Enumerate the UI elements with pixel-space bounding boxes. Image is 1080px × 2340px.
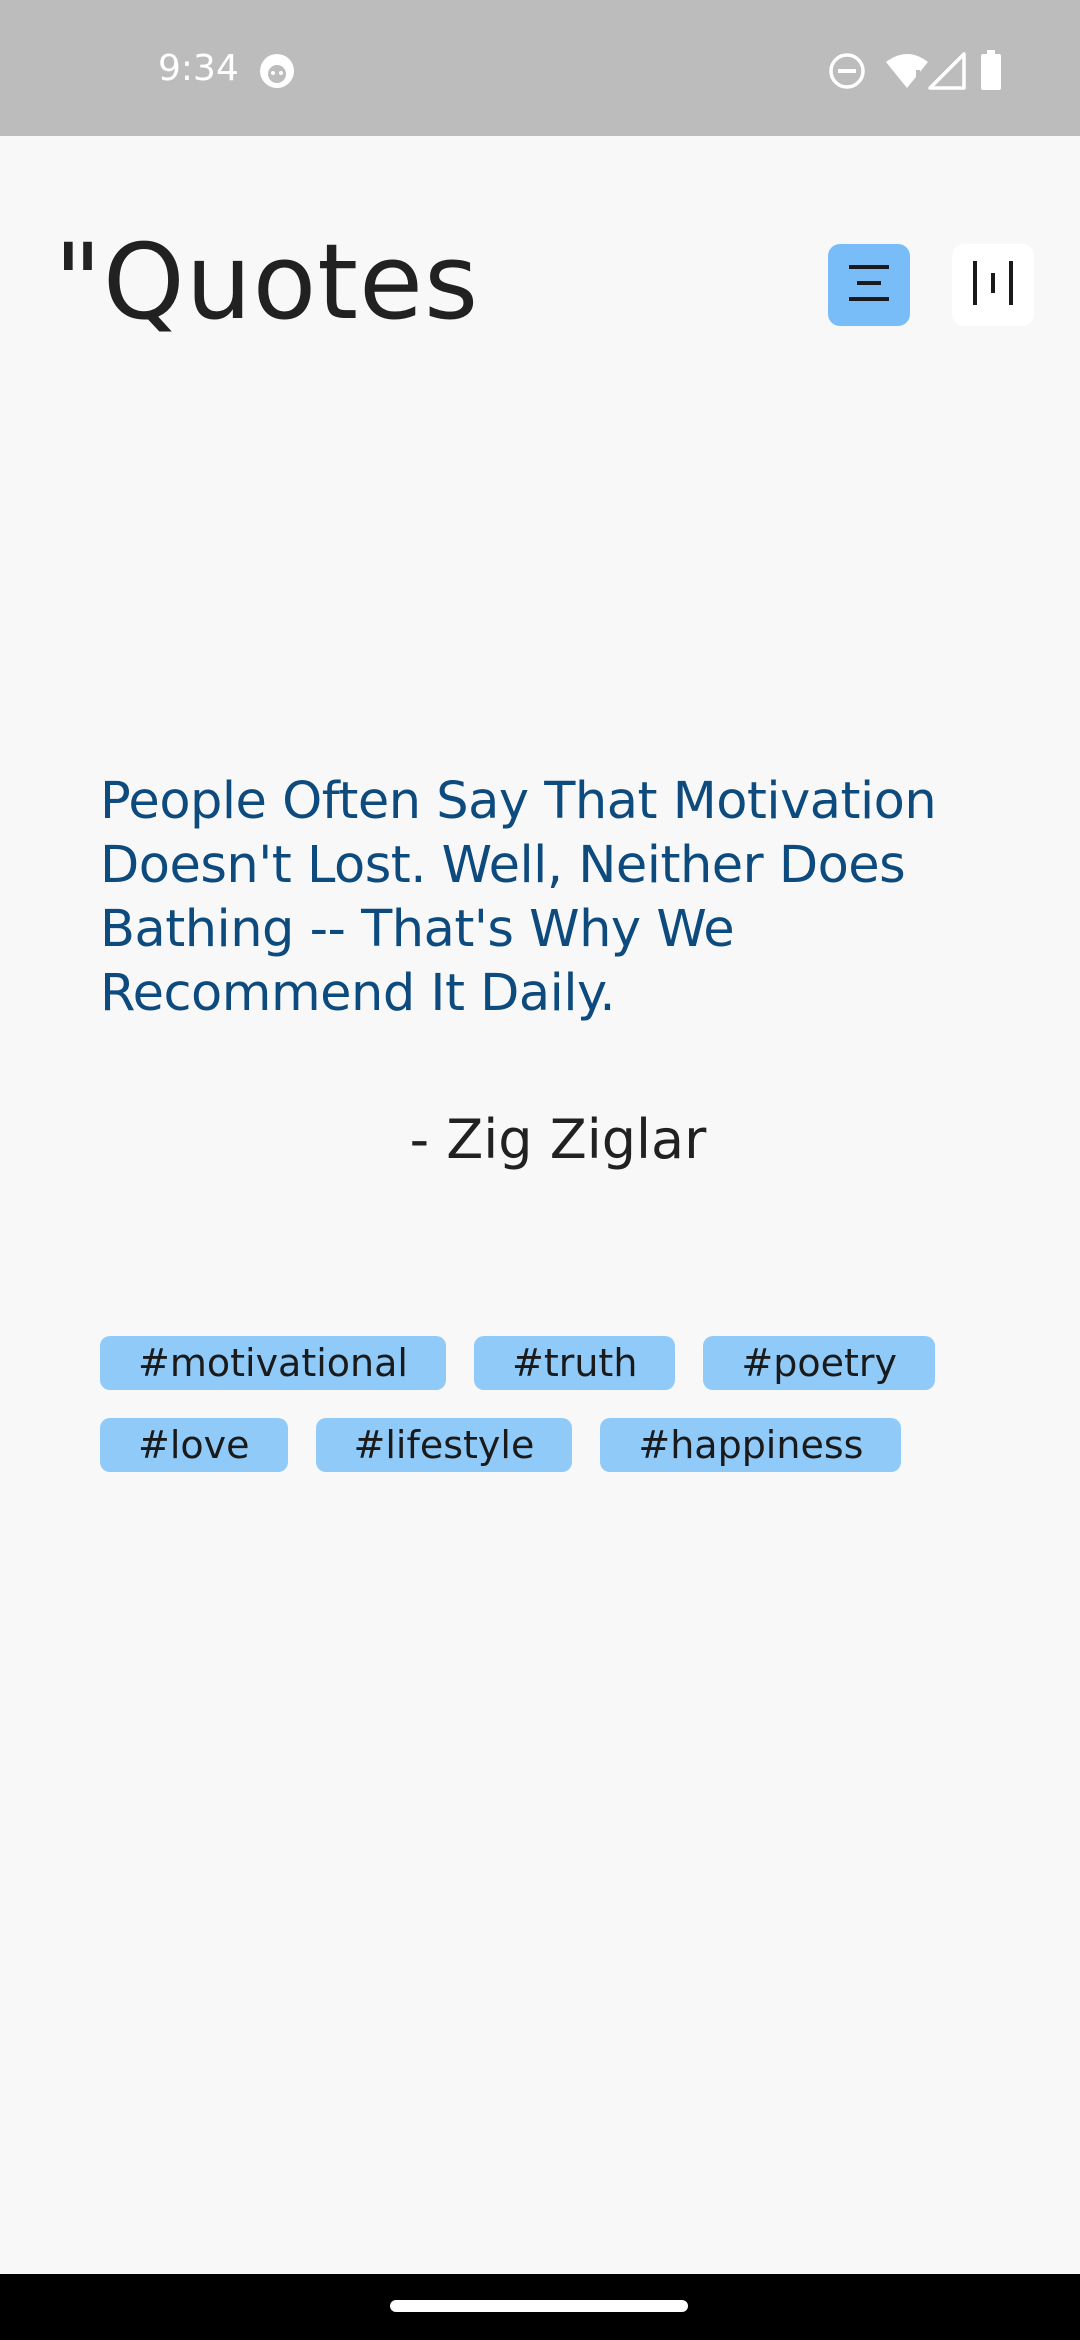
battery-icon xyxy=(980,50,1002,95)
columns-icon xyxy=(969,259,1017,312)
quote-text: People Often Say That Motivation Doesn't… xyxy=(100,772,937,1023)
tag-list: #motivational #truth #poetry #love #life… xyxy=(100,1336,980,1500)
tag-lifestyle[interactable]: #lifestyle xyxy=(315,1418,573,1472)
tag-truth[interactable]: #truth xyxy=(473,1336,676,1390)
face-notification-icon xyxy=(258,52,296,95)
status-time: 9:34 xyxy=(158,48,239,89)
tag-row: #love #lifestyle #happiness xyxy=(100,1418,980,1472)
center-align-icon xyxy=(845,259,893,312)
signal-icon xyxy=(928,52,966,95)
tag-row: #motivational #truth #poetry xyxy=(100,1336,980,1390)
tag-love[interactable]: #love xyxy=(100,1418,288,1472)
do-not-disturb-icon xyxy=(828,52,866,95)
columns-layout-button[interactable] xyxy=(952,244,1034,326)
tag-motivational[interactable]: #motivational xyxy=(100,1336,446,1390)
wifi-icon xyxy=(884,52,930,95)
list-layout-button[interactable] xyxy=(828,244,910,326)
status-bar: 9:34 xyxy=(0,0,1080,136)
quote-author: - Zig Ziglar xyxy=(409,1108,707,1171)
tag-poetry[interactable]: #poetry xyxy=(703,1336,936,1390)
home-gesture-handle[interactable] xyxy=(390,2300,688,2312)
page-title: "Quotes xyxy=(54,221,480,343)
tag-happiness[interactable]: #happiness xyxy=(600,1418,902,1472)
